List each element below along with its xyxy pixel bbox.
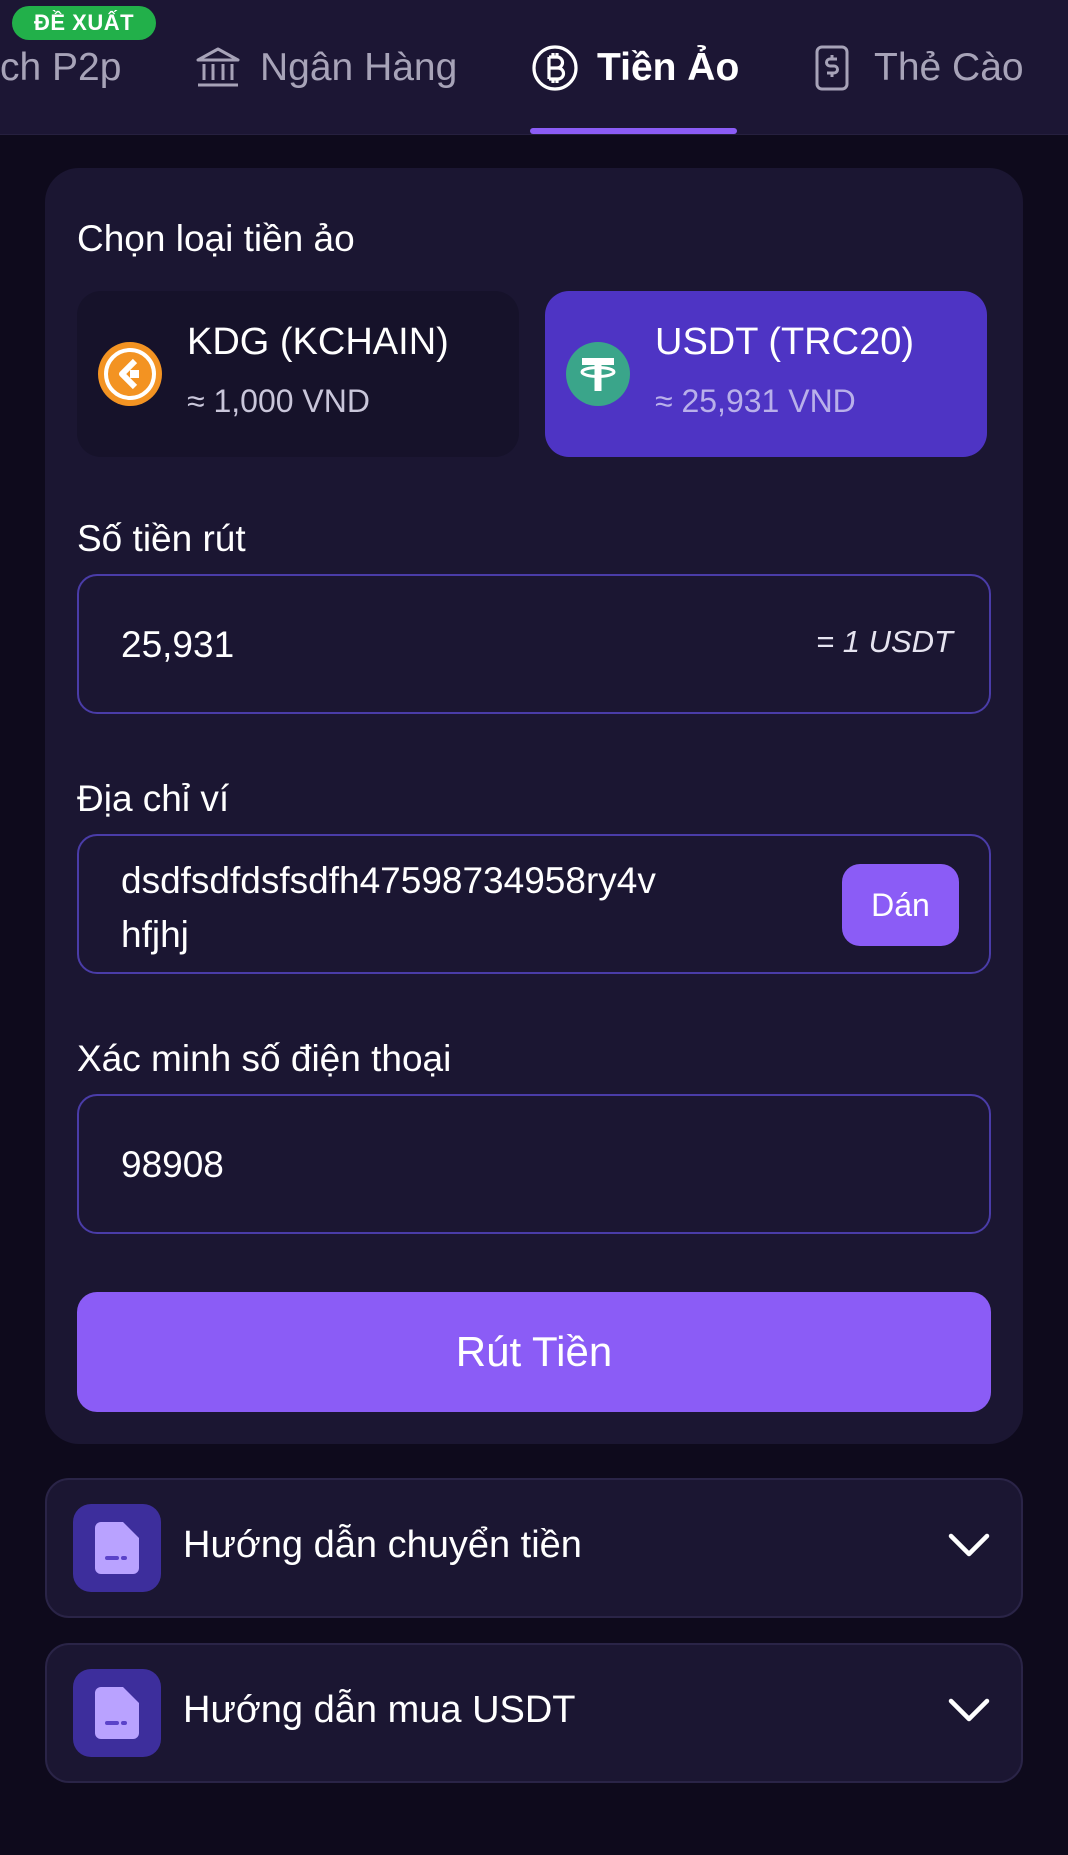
coin-rate-usdt: ≈ 25,931 VND [655,383,856,419]
coin-name-kdg: KDG (KCHAIN) [187,321,449,363]
amount-label: Số tiền rút [77,518,246,559]
guide-buy-usdt-accordion[interactable]: Hướng dẫn mua USDT [45,1643,1023,1783]
amount-input[interactable]: 25,931 = 1 USDT [77,574,991,714]
coin-option-usdt[interactable]: USDT (TRC20) ≈ 25,931 VND [545,291,987,457]
tab-label-crypto: Tiền Ảo [597,46,740,89]
tab-bank[interactable]: Ngân Hàng [194,42,457,94]
tab-label-phone-card: Thẻ Cào [874,46,1024,89]
phone-card-icon [808,44,856,92]
tab-label-p2p: ch P2p [0,46,122,89]
coin-section-label: Chọn loại tiền ảo [77,218,355,259]
withdraw-button[interactable]: Rút Tiền [77,1292,991,1412]
coin-option-kdg[interactable]: KDG (KCHAIN) ≈ 1,000 VND [77,291,519,457]
tab-label-bank: Ngân Hàng [260,46,458,89]
paste-button[interactable]: Dán [842,864,959,946]
bank-icon [194,44,242,92]
document-icon [73,1504,161,1592]
wallet-address-input[interactable]: dsdfsdfdsfsdfh47598734958ry4v hfjhj Dán [77,834,991,974]
coin-name-usdt: USDT (TRC20) [655,321,914,363]
withdraw-form-card: Chọn loại tiền ảo KDG (KCHAIN) ≈ 1,000 V… [45,168,1023,1444]
tab-phone-card[interactable]: Thẻ Cào [808,42,1024,94]
chevron-down-icon[interactable] [947,1695,991,1725]
payment-method-tabs: ch P2p Ngân Hàng Tiền Ảo Thẻ Cào ĐỀ XUẤT [0,0,1068,135]
wallet-address-line1: dsdfsdfdsfsdfh47598734958ry4v [121,860,656,901]
active-tab-indicator [530,128,737,134]
phone-verify-label: Xác minh số điện thoại [77,1038,452,1079]
guide-transfer-accordion[interactable]: Hướng dẫn chuyển tiền [45,1478,1023,1618]
kdg-logo-icon [97,341,163,407]
amount-conversion: = 1 USDT [816,624,953,659]
tab-crypto[interactable]: Tiền Ảo [531,42,739,94]
bitcoin-icon [531,44,579,92]
tether-logo-icon [565,341,631,407]
chevron-down-icon[interactable] [947,1530,991,1560]
amount-value: 25,931 [121,624,235,665]
recommended-badge: ĐỀ XUẤT [12,6,157,40]
phone-verify-input[interactable]: 98908 [77,1094,991,1234]
wallet-address-label: Địa chỉ ví [77,778,230,819]
document-icon [73,1669,161,1757]
guide-buy-usdt-title: Hướng dẫn mua USDT [183,1689,576,1731]
wallet-address-line2: hfjhj [121,914,189,955]
guide-transfer-title: Hướng dẫn chuyển tiền [183,1524,582,1566]
tab-p2p[interactable]: ch P2p [0,42,121,94]
phone-value: 98908 [121,1144,224,1185]
coin-rate-kdg: ≈ 1,000 VND [187,383,370,419]
